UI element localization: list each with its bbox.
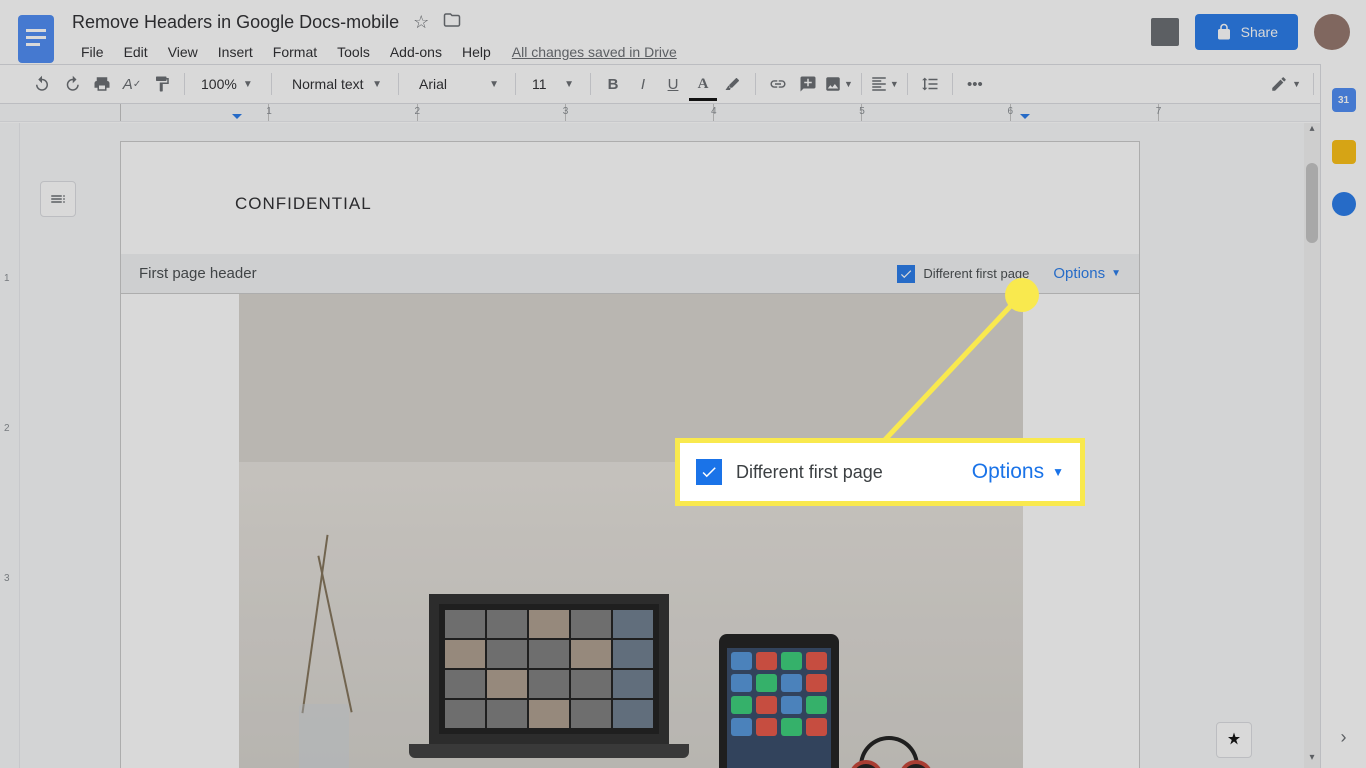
callout-checkbox-icon	[696, 459, 722, 485]
document-body-image[interactable]	[239, 294, 1023, 768]
callout-options-label: Options▼	[972, 460, 1064, 484]
sidepanel-expand-icon[interactable]: ›	[1341, 727, 1347, 748]
header-bar-label: First page header	[139, 265, 257, 282]
document-title[interactable]: Remove Headers in Google Docs-mobile	[72, 12, 399, 33]
tasks-app-icon[interactable]	[1332, 192, 1356, 216]
style-dropdown[interactable]: Normal text▼	[280, 76, 390, 92]
scrollbar-thumb[interactable]	[1306, 163, 1318, 243]
menu-bar: File Edit View Insert Format Tools Add-o…	[72, 38, 1151, 66]
user-avatar[interactable]	[1314, 14, 1350, 50]
undo-icon[interactable]	[28, 70, 56, 98]
toolbar: A✓ 100%▼ Normal text▼ Arial▼ 11▼ B I U A…	[0, 64, 1366, 104]
paint-format-icon[interactable]	[148, 70, 176, 98]
fontsize-dropdown[interactable]: 11▼	[524, 76, 582, 92]
title-bar: Remove Headers in Google Docs-mobile ☆ F…	[0, 0, 1366, 64]
menu-addons[interactable]: Add-ons	[381, 40, 451, 64]
different-first-page-checkbox[interactable]	[897, 265, 915, 283]
menu-tools[interactable]: Tools	[328, 40, 379, 64]
header-text-confidential[interactable]: CONFIDENTIAL	[235, 194, 372, 214]
calendar-app-icon[interactable]	[1332, 88, 1356, 112]
menu-help[interactable]: Help	[453, 40, 500, 64]
italic-icon[interactable]: I	[629, 70, 657, 98]
share-label: Share	[1241, 24, 1278, 40]
callout-checkbox-label: Different first page	[736, 462, 883, 483]
linespacing-icon[interactable]	[916, 70, 944, 98]
comment-icon[interactable]	[794, 70, 822, 98]
bold-icon[interactable]: B	[599, 70, 627, 98]
menu-file[interactable]: File	[72, 40, 113, 64]
different-first-page-label: Different first page	[923, 266, 1029, 281]
save-status[interactable]: All changes saved in Drive	[512, 44, 677, 60]
highlight-icon[interactable]	[719, 70, 747, 98]
explore-button-icon[interactable]	[1216, 722, 1252, 758]
keep-app-icon[interactable]	[1332, 140, 1356, 164]
docs-logo-icon[interactable]	[16, 12, 56, 66]
underline-icon[interactable]: U	[659, 70, 687, 98]
vertical-scrollbar[interactable]: ▴ ▾	[1304, 123, 1320, 768]
zoom-dropdown[interactable]: 100%▼	[193, 76, 263, 92]
vertical-ruler[interactable]: 1 2 3	[0, 123, 20, 768]
image-icon[interactable]: ▼	[824, 70, 853, 98]
comments-icon[interactable]	[1151, 18, 1179, 46]
redo-icon[interactable]	[58, 70, 86, 98]
scroll-up-icon[interactable]: ▴	[1304, 123, 1320, 139]
text-color-icon[interactable]: A	[689, 70, 717, 98]
editing-mode-icon[interactable]: ▼	[1270, 70, 1301, 98]
more-icon[interactable]: •••	[961, 70, 989, 98]
move-folder-icon[interactable]	[443, 11, 461, 34]
menu-view[interactable]: View	[159, 40, 207, 64]
header-options-dropdown[interactable]: Options▼	[1053, 265, 1121, 282]
star-icon[interactable]: ☆	[413, 12, 429, 33]
outline-toggle-icon[interactable]	[40, 181, 76, 217]
align-icon[interactable]: ▼	[870, 70, 899, 98]
annotation-callout: Different first page Options▼	[675, 438, 1085, 506]
menu-insert[interactable]: Insert	[209, 40, 262, 64]
document-workspace: 1 2 3 CONFIDENTIAL First page header Dif…	[0, 123, 1304, 768]
print-icon[interactable]	[88, 70, 116, 98]
annotation-highlight-dot	[1005, 278, 1039, 312]
font-dropdown[interactable]: Arial▼	[407, 76, 507, 92]
menu-format[interactable]: Format	[264, 40, 326, 64]
side-panel: ›	[1320, 64, 1366, 768]
header-control-bar: First page header Different first page O…	[121, 254, 1139, 294]
menu-edit[interactable]: Edit	[115, 40, 157, 64]
horizontal-ruler[interactable]: 1 2 3 4 5 6 7	[0, 104, 1366, 122]
scroll-down-icon[interactable]: ▾	[1304, 752, 1320, 768]
share-button[interactable]: Share	[1195, 14, 1298, 50]
spellcheck-icon[interactable]: A✓	[118, 70, 146, 98]
link-icon[interactable]	[764, 70, 792, 98]
